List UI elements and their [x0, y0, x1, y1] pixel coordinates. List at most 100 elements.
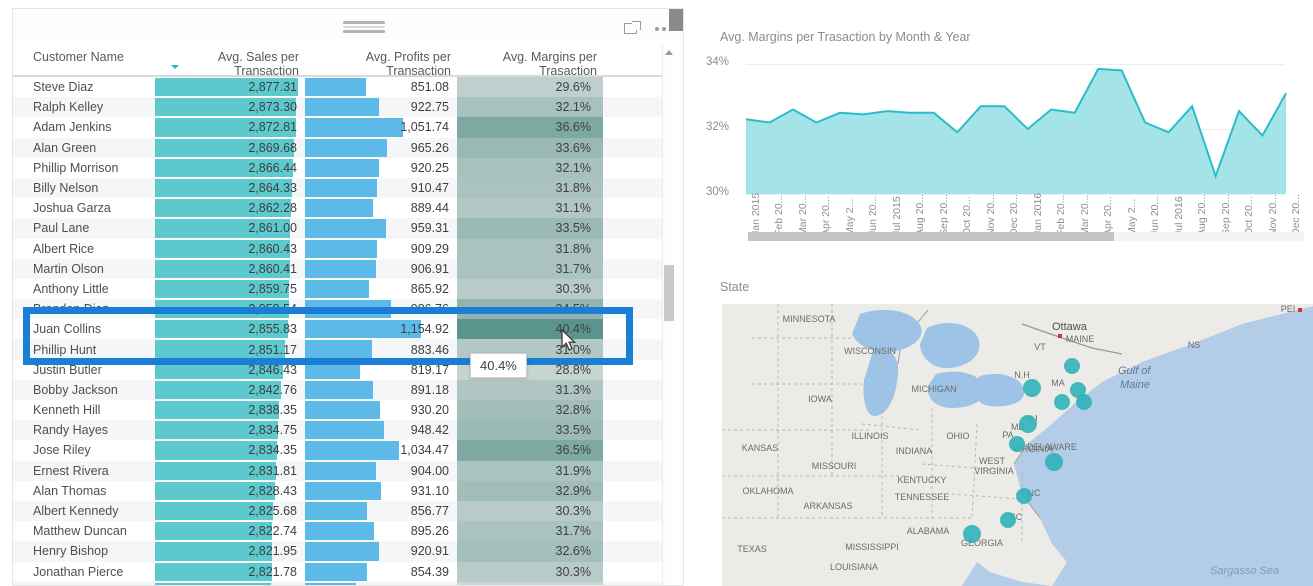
drag-handle-icon[interactable]: [343, 21, 385, 33]
table-row[interactable]: Steve Diaz 2,877.31 851.08 29.6%: [13, 77, 668, 98]
cell-avg-sales: 2,877.31: [155, 77, 305, 97]
cell-avg-margins: 29.6%: [457, 77, 603, 98]
table-row[interactable]: Matthew Duncan 2,822.74 895.26 31.7%: [13, 521, 668, 542]
x-axis-tick-label: Nov 20...: [1266, 193, 1279, 236]
profit-value: 856.77: [410, 504, 449, 519]
column-header-avg-margins[interactable]: Avg. Margins per Trasaction: [457, 43, 603, 78]
table-row[interactable]: Jonathan Pierce 2,821.78 854.39 30.3%: [13, 561, 668, 582]
svg-text:NS: NS: [1188, 340, 1201, 350]
margin-value: 31.8%: [555, 181, 591, 196]
cell-avg-margins: 32.9%: [457, 480, 603, 501]
profit-value: 891.18: [410, 382, 449, 397]
svg-text:MA: MA: [1051, 378, 1065, 388]
scrollbar-thumb[interactable]: [664, 265, 674, 321]
svg-text:TENNESSEE: TENNESSEE: [895, 492, 950, 502]
scroll-up-icon[interactable]: [665, 50, 673, 55]
table-row[interactable]: Paul Lane 2,861.00 959.31 33.5%: [13, 218, 668, 239]
svg-text:MISSOURI: MISSOURI: [812, 461, 857, 471]
map-canvas[interactable]: MINNESOTA WISCONSIN MICHIGAN IOWA ILLINO…: [722, 304, 1313, 586]
table-row[interactable]: Albert Kennedy 2,825.68 856.77 30.3%: [13, 500, 668, 522]
table-visual[interactable]: Customer Name Avg. Sales per Transaction…: [12, 8, 684, 586]
table-row[interactable]: Henry Bishop 2,821.95 920.91 32.6%: [13, 541, 668, 562]
x-axis-tick-label: Dec 20...: [1008, 193, 1021, 236]
table-row[interactable]: Bobby Jackson 2,842.76 891.18 31.3%: [13, 379, 668, 400]
cell-avg-profits: 920.25: [305, 158, 457, 178]
table-row[interactable]: Justin Butler 2,846.43 819.17 28.8%: [13, 359, 668, 380]
x-axis-tick-label: Nov 20...: [984, 193, 997, 236]
cell-customer-name: Albert Kennedy: [33, 504, 119, 519]
table-row[interactable]: Kenneth Hill 2,838.35 930.20 32.8%: [13, 400, 668, 421]
sales-value: 2,842.76: [248, 382, 297, 397]
x-axis-tick-label: Jun 20...: [867, 195, 880, 236]
sales-value: 2,851.17: [248, 342, 297, 357]
margin-value: 29.6%: [555, 80, 591, 95]
table-row[interactable]: Adam Jenkins 2,872.81 1,051.74 36.6%: [13, 117, 668, 138]
cell-avg-profits: 895.26: [305, 521, 457, 541]
column-header-avg-sales[interactable]: Avg. Sales per Transaction: [155, 43, 305, 78]
table-row[interactable]: Anthony Little 2,859.75 865.92 30.3%: [13, 278, 668, 300]
table-row[interactable]: Joshua Garza 2,862.28 889.44 31.1%: [13, 198, 668, 219]
x-axis-tick-label: Mar 20...: [1078, 194, 1091, 236]
table-row[interactable]: Randy Hayes 2,834.75 948.42 33.5%: [13, 420, 668, 441]
profit-value: 851.08: [410, 80, 449, 95]
resize-corner-handle[interactable]: [669, 9, 683, 31]
cell-customer-name: Alan Thomas: [33, 483, 107, 498]
profit-value: 865.92: [410, 281, 449, 296]
table-row[interactable]: Jose Riley 2,834.35 1,034.47 36.5%: [13, 440, 668, 461]
cell-avg-margins: 32.8%: [457, 400, 603, 421]
table-row[interactable]: Phillip Morrison 2,866.44 920.25 32.1%: [13, 157, 668, 178]
sales-value: 2,877.31: [248, 80, 297, 95]
table-row[interactable]: Martin Olson 2,860.41 906.91 31.7%: [13, 258, 668, 279]
margins-trend-chart[interactable]: Avg. Margins per Trasaction by Month & Y…: [706, 30, 1306, 260]
svg-text:INDIANA: INDIANA: [896, 446, 933, 456]
cell-avg-margins: 30.3%: [457, 561, 603, 582]
column-header-customer-name[interactable]: Customer Name: [13, 43, 155, 64]
table-row[interactable]: Brandon Diaz 2,858.54 986.76 34.5%: [13, 299, 668, 320]
visual-actions: [624, 21, 673, 36]
svg-text:Ottawa: Ottawa: [1052, 321, 1088, 333]
focus-mode-icon[interactable]: [624, 21, 641, 36]
chart-scrollbar-thumb[interactable]: [748, 232, 1114, 241]
svg-text:VT: VT: [1034, 342, 1046, 352]
sales-value: 2,869.68: [248, 140, 297, 155]
sales-value: 2,862.28: [248, 201, 297, 216]
sales-value: 2,860.41: [248, 261, 297, 276]
table-row[interactable]: Alan Green 2,869.68 965.26 33.6%: [13, 137, 668, 158]
x-axis-tick-label: Jan 2016: [1031, 192, 1044, 236]
cell-avg-margins: 36.6%: [457, 117, 603, 138]
cell-avg-margins: 33.6%: [457, 137, 603, 158]
chart-horizontal-scrollbar[interactable]: [748, 232, 1304, 241]
cell-avg-profits: 856.77: [305, 501, 457, 521]
state-map-visual[interactable]: State MINNESOTA WISCONSIN MICHIGAN IOWA …: [706, 280, 1313, 586]
cell-avg-profits: 922.75: [305, 97, 457, 117]
profit-value: 889.44: [410, 201, 449, 216]
x-axis-tick-label: Aug 20...: [1196, 193, 1209, 236]
margin-value: 32.6%: [555, 544, 591, 559]
table-row[interactable]: Peter Gomez2,821.19798.7128.3%: [13, 581, 668, 585]
cell-avg-profits: 909.29: [305, 239, 457, 259]
profit-value: 895.26: [410, 524, 449, 539]
cell-avg-margins: 31.1%: [457, 198, 603, 219]
x-axis-tick-label: May 2...: [843, 198, 856, 236]
cell-avg-profits: 910.47: [305, 178, 457, 198]
svg-text:WISCONSIN: WISCONSIN: [844, 346, 896, 356]
table-row[interactable]: Ernest Rivera 2,831.81 904.00 31.9%: [13, 460, 668, 481]
cell-customer-name: Brandon Diaz: [33, 302, 109, 317]
svg-text:MINNESOTA: MINNESOTA: [783, 314, 836, 324]
table-row[interactable]: Alan Thomas 2,828.43 931.10 32.9%: [13, 480, 668, 501]
table-vertical-scrollbar[interactable]: [662, 45, 675, 585]
svg-text:MICHIGAN: MICHIGAN: [912, 384, 957, 394]
svg-text:OKLAHOMA: OKLAHOMA: [742, 486, 793, 496]
mouse-cursor-icon: [561, 329, 577, 351]
cell-avg-margins: 31.8%: [457, 177, 603, 199]
column-header-avg-profits[interactable]: Avg. Profits per Transaction: [305, 43, 457, 78]
margin-value: 33.5%: [555, 221, 591, 236]
y-axis-tick-label: 30%: [706, 186, 730, 198]
cell-avg-sales: 2,872.81: [155, 117, 305, 137]
table-row[interactable]: Ralph Kelley 2,873.30 922.75 32.1%: [13, 97, 668, 118]
table-row[interactable]: Billy Nelson 2,864.33 910.47 31.8%: [13, 177, 668, 199]
sales-value: 2,864.33: [248, 181, 297, 196]
cell-customer-name: Adam Jenkins: [33, 120, 112, 135]
svg-text:VIRGINIA: VIRGINIA: [974, 466, 1014, 476]
table-row[interactable]: Albert Rice 2,860.43 909.29 31.8%: [13, 238, 668, 259]
